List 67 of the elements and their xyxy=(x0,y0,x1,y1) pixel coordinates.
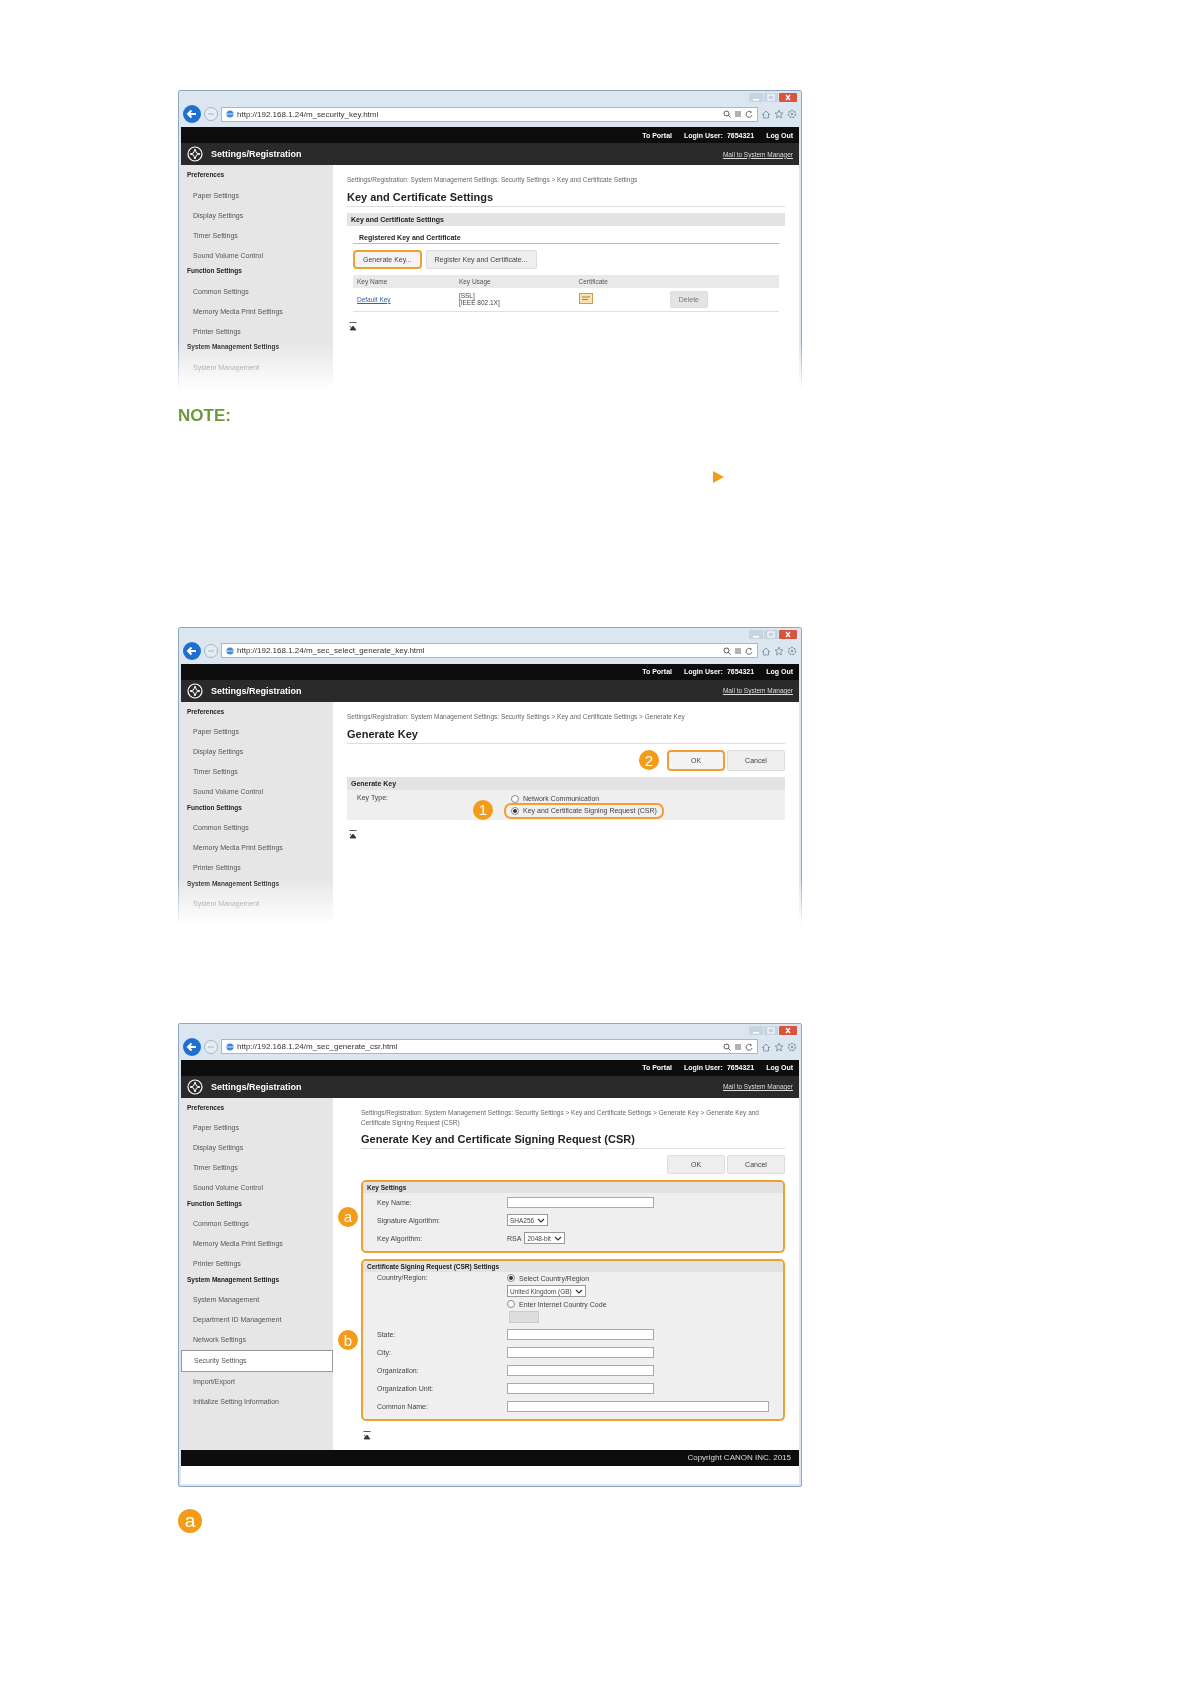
certificate-icon xyxy=(578,293,593,305)
back-to-top-icon xyxy=(363,1431,371,1441)
settings-icon xyxy=(787,645,797,656)
app-title: Settings/Registration xyxy=(211,1081,302,1092)
home-icon xyxy=(761,645,771,656)
settings-icon xyxy=(187,146,203,162)
maximize-icon xyxy=(764,629,778,639)
play-icon xyxy=(713,470,724,483)
close-icon xyxy=(779,629,797,639)
search-icon xyxy=(723,1042,731,1051)
text-field[interactable] xyxy=(507,1328,654,1340)
note-heading: NOTE: xyxy=(178,405,232,426)
back-to-top-icon xyxy=(349,829,357,839)
home-icon xyxy=(761,109,771,119)
forward-icon xyxy=(204,107,218,121)
refresh-icon xyxy=(745,646,753,655)
minimize-icon xyxy=(749,629,763,639)
text-field[interactable] xyxy=(507,1346,654,1358)
step-marker: a xyxy=(338,1206,358,1227)
close-icon xyxy=(779,93,797,102)
minimize-icon xyxy=(749,93,763,102)
settings-icon xyxy=(187,682,203,699)
star-icon xyxy=(774,1041,784,1052)
address-field[interactable]: http://192.168.1.24/m_sec_select_generate_key.html xyxy=(221,643,758,659)
chevron-icon xyxy=(537,1217,546,1224)
forward-icon xyxy=(204,1039,218,1054)
page-title: Generate Key xyxy=(347,727,785,744)
maximize-icon xyxy=(764,1025,778,1035)
page-title: Key and Certificate Settings xyxy=(347,190,785,207)
text-field[interactable] xyxy=(507,1382,654,1394)
home-icon xyxy=(761,1041,771,1052)
globe-icon xyxy=(226,1042,234,1051)
star-icon xyxy=(774,645,784,656)
search-icon xyxy=(723,646,731,655)
chevron-icon xyxy=(574,1288,583,1295)
globe-icon xyxy=(226,110,234,118)
page-title: Generate Key and Certificate Signing Request (CSR) xyxy=(361,1133,785,1150)
address-field[interactable]: http://192.168.1.24/m_security_key.html xyxy=(221,106,758,122)
settings-icon xyxy=(787,1041,797,1052)
text-field[interactable] xyxy=(507,1364,654,1376)
back-icon xyxy=(183,1037,201,1056)
footer-bar: Copyright CANON INC. 2015 xyxy=(181,1450,799,1467)
app-title: Settings/Registration xyxy=(211,149,302,159)
address-field[interactable]: http://192.168.1.24/m_sec_generate_csr.html xyxy=(221,1039,758,1055)
text-field[interactable] xyxy=(507,1196,654,1208)
close-icon xyxy=(779,1025,797,1035)
globe-icon xyxy=(226,646,234,655)
star-icon xyxy=(774,109,784,119)
chevron-icon xyxy=(553,1235,562,1242)
forward-icon xyxy=(204,643,218,658)
text-field[interactable] xyxy=(507,1400,769,1412)
step-marker: a xyxy=(178,1509,202,1534)
back-icon xyxy=(183,641,201,660)
step-marker: 2 xyxy=(639,750,659,770)
maximize-icon xyxy=(764,93,778,102)
settings-icon xyxy=(187,1078,203,1095)
refresh-icon xyxy=(745,1042,753,1051)
step-marker: b xyxy=(338,1330,358,1351)
search-icon xyxy=(723,110,731,118)
text-field[interactable] xyxy=(509,1311,539,1324)
app-title: Settings/Registration xyxy=(211,685,302,696)
minimize-icon xyxy=(749,1025,763,1035)
back-to-top-icon xyxy=(349,321,357,331)
step-marker: 1 xyxy=(473,799,493,820)
refresh-icon xyxy=(745,110,753,118)
back-icon xyxy=(183,105,201,123)
settings-icon xyxy=(787,109,797,119)
